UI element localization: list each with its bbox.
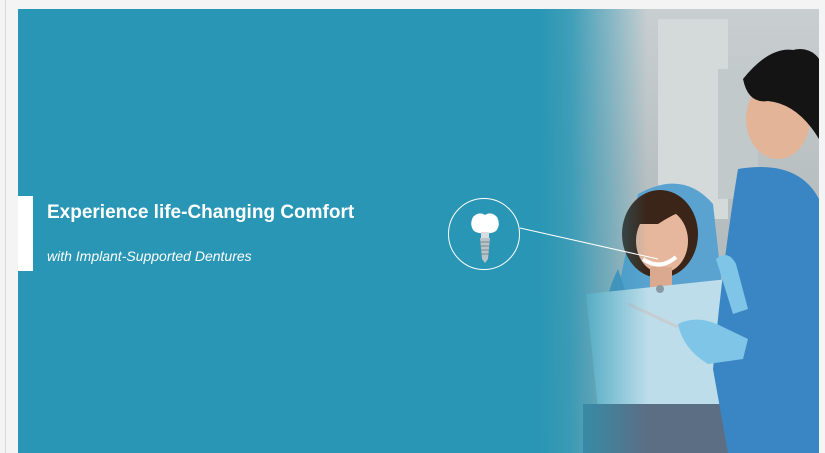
dental-patient-photo (538, 9, 819, 453)
dental-implant-icon (471, 213, 499, 263)
page-frame: Experience life-Changing Comfort with Im… (0, 0, 825, 453)
hero-banner: Experience life-Changing Comfort with Im… (18, 9, 819, 453)
banner-subheadline: with Implant-Supported Dentures (47, 248, 252, 264)
banner-headline: Experience life-Changing Comfort (47, 202, 355, 223)
headline-accent-bar (18, 196, 33, 271)
dental-implant-callout (448, 198, 520, 270)
photo-fade-overlay (538, 9, 648, 453)
page-left-border (5, 0, 6, 453)
